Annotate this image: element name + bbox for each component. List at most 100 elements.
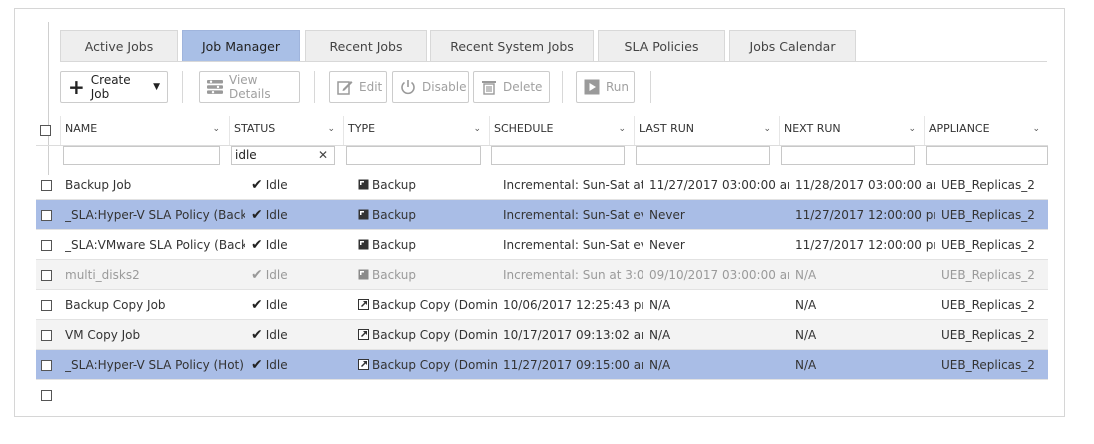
cell-text: Backup Copy (Dominiqu (372, 298, 498, 312)
cell-text: 11/28/2017 03:00:00 am (795, 178, 935, 192)
edit-button[interactable]: Edit (329, 71, 387, 103)
cell-appliance: UEB_Replicas_2 (941, 320, 1041, 350)
row-checkbox[interactable] (41, 270, 52, 281)
tab-recent-jobs[interactable]: Recent Jobs (305, 30, 427, 61)
table-row[interactable]: Backup Copy Job ✔Idle Backup Copy (Dominiq… (36, 290, 1048, 320)
column-header-type[interactable]: TYPE ⌄ (343, 116, 489, 145)
clear-filter-icon[interactable]: ✕ (318, 147, 328, 164)
cell-text: Idle (265, 358, 288, 372)
column-header-next-run[interactable]: NEXT RUN ⌄ (779, 116, 924, 145)
column-header-name[interactable]: NAME ⌄ (60, 116, 228, 145)
row-checkbox[interactable] (41, 210, 52, 221)
cell-text: VM Copy Job (65, 328, 141, 342)
cell-text: UEB_Replicas_2 (941, 208, 1035, 222)
table-row[interactable]: _SLA:Hyper-V SLA Policy (Backup) ✔Idle Bac… (36, 200, 1048, 230)
cell-status: ✔ Idle (251, 260, 346, 290)
cell-text: Backup (372, 268, 416, 282)
view-details-label: View Details (229, 73, 271, 101)
backup-icon (358, 179, 369, 190)
cell-status: ✔ Idle (251, 170, 346, 200)
tab-recent-system-jobs[interactable]: Recent System Jobs (430, 30, 594, 61)
column-label: STATUS (234, 122, 276, 135)
cell-schedule: Incremental: Sun-Sat ev... (503, 200, 643, 230)
cell-text: Idle (265, 238, 288, 252)
cell-text: Incremental: Sun at 3:0... (503, 268, 643, 282)
cell-text: 09/10/2017 03:00:00 am (649, 268, 789, 282)
backup-icon (358, 239, 369, 250)
tab-job-manager[interactable]: Job Manager (182, 30, 300, 61)
cell-type: Backup Copy (Dominiqu (358, 320, 498, 350)
name-filter-input[interactable] (63, 146, 220, 165)
row-checkbox[interactable] (41, 240, 52, 251)
cell-type: Backup (358, 230, 498, 260)
power-icon (400, 79, 416, 95)
cell-text: Backup Job (65, 178, 132, 192)
cell-schedule: 11/27/2017 09:15:00 am (503, 350, 643, 380)
chevron-down-icon[interactable]: ⌄ (327, 116, 335, 142)
column-label: NEXT RUN (784, 122, 841, 135)
cell-status: ✔ Idle (251, 290, 346, 320)
cell-appliance: UEB_Replicas_2 (941, 170, 1041, 200)
cell-status: ✔ Idle (251, 350, 346, 380)
disable-button[interactable]: Disable (392, 71, 469, 103)
row-checkbox[interactable] (41, 360, 52, 371)
row-checkbox[interactable] (41, 330, 52, 341)
delete-button[interactable]: Delete (473, 71, 550, 103)
cell-status: ✔ Idle (251, 230, 346, 260)
column-header-appliance[interactable]: APPLIANCE ⌄ (924, 116, 1048, 145)
chevron-down-icon[interactable]: ⌄ (618, 116, 626, 142)
toolbar-separator (314, 71, 315, 103)
cell-text: Idle (265, 328, 288, 342)
cell-schedule: Incremental: Sun-Sat at... (503, 170, 643, 200)
next-run-filter-input[interactable] (781, 146, 915, 165)
cell-text: 11/27/2017 12:00:00 pm (795, 238, 935, 252)
column-header-last-run[interactable]: LAST RUN ⌄ (634, 116, 779, 145)
column-label: LAST RUN (639, 122, 695, 135)
cell-text: Backup Copy Job (65, 298, 166, 312)
table-row[interactable]: _SLA:VMware SLA Policy (Backup) ✔Idle Back… (36, 230, 1048, 260)
view-details-button[interactable]: View Details (199, 71, 300, 103)
checkmark-icon: ✔ (251, 177, 263, 193)
chevron-down-icon[interactable]: ⌄ (763, 116, 771, 142)
cell-type: Backup (358, 170, 498, 200)
type-filter-input[interactable] (346, 146, 481, 165)
create-job-button[interactable]: + Create Job ▼ (60, 71, 168, 103)
checkmark-icon: ✔ (251, 327, 263, 343)
chevron-down-icon[interactable]: ⌄ (473, 116, 481, 142)
row-checkbox[interactable] (41, 180, 52, 191)
table-row[interactable]: _SLA:Hyper-V SLA Policy (Hot) ✔ Idle Backup… (36, 350, 1048, 380)
tab-sla-policies[interactable]: SLA Policies (598, 30, 725, 61)
cell-text: UEB_Replicas_2 (941, 178, 1035, 192)
chevron-down-icon[interactable]: ⌄ (908, 116, 916, 142)
cell-text: N/A (649, 358, 671, 372)
cell-text: N/A (649, 298, 671, 312)
cell-text: N/A (795, 268, 817, 282)
column-header-status[interactable]: STATUS ⌄ (229, 116, 343, 145)
footer-checkbox[interactable] (41, 390, 52, 401)
cell-text: 10/06/2017 12:25:43 pm (503, 298, 643, 312)
run-label: Run (606, 80, 630, 94)
tab-active-jobs[interactable]: Active Jobs (60, 30, 178, 61)
status-filter-input[interactable]: idle ✕ (231, 146, 335, 165)
cell-text: UEB_Replicas_2 (941, 238, 1035, 252)
tab-jobs-calendar[interactable]: Jobs Calendar (729, 30, 856, 61)
row-checkbox[interactable] (41, 300, 52, 311)
table-row[interactable]: Backup Job ✔ Idle Backup Incremental: Sun-Sa… (36, 170, 1048, 200)
cell-appliance: UEB_Replicas_2 (941, 260, 1041, 290)
chevron-down-icon[interactable]: ⌄ (1032, 116, 1040, 142)
chevron-down-icon[interactable]: ⌄ (212, 116, 220, 142)
cell-next-run: N/A (795, 350, 935, 380)
filter-row: idle ✕ (36, 145, 1048, 168)
cell-schedule: 10/17/2017 09:13:02 am (503, 320, 643, 350)
cell-text: Incremental: Sun-Sat ev... (503, 238, 643, 252)
table-row[interactable]: multi_disks2 ✔ Idle Backup Incremental: Sun … (36, 260, 1048, 290)
last-run-filter-input[interactable] (636, 146, 770, 165)
appliance-filter-input[interactable] (926, 146, 1048, 165)
cell-last-run: N/A (649, 320, 789, 350)
cell-last-run: N/A (649, 290, 789, 320)
schedule-filter-input[interactable] (491, 146, 625, 165)
column-header-schedule[interactable]: SCHEDULE ⌄ (489, 116, 634, 145)
run-button[interactable]: Run (576, 71, 635, 103)
table-row[interactable]: VM Copy Job ✔Idle Backup Copy (Dominiqu 10/… (36, 320, 1048, 350)
cell-appliance: UEB_Replicas_2 (941, 200, 1041, 230)
